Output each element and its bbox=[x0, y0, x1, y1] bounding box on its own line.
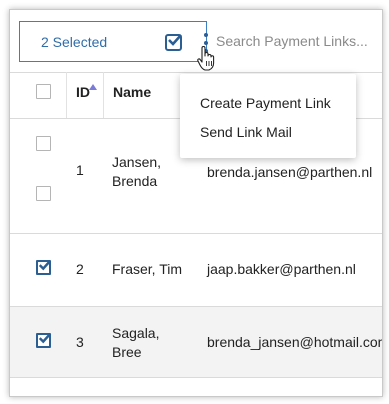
row-name-line2: Bree bbox=[112, 344, 142, 360]
column-divider bbox=[103, 72, 104, 118]
row-name-line2: Brenda bbox=[112, 173, 158, 189]
column-header-id[interactable]: ID bbox=[76, 84, 90, 100]
row-email: brenda_jansen@hotmail.com bbox=[207, 334, 383, 350]
menu-item-create-payment-link[interactable]: Create Payment Link bbox=[200, 95, 331, 111]
selection-toolbar: 2 Selected bbox=[19, 21, 208, 62]
selected-count-label: 2 Selected bbox=[41, 34, 108, 50]
column-header-name[interactable]: Name bbox=[113, 84, 151, 100]
row-email: jaap.bakker@parthen.nl bbox=[207, 261, 356, 277]
row-divider bbox=[10, 377, 382, 378]
row-email: brenda.jansen@parthen.nl bbox=[207, 164, 373, 180]
menu-item-send-link-mail[interactable]: Send Link Mail bbox=[200, 124, 292, 140]
sort-ascending-icon[interactable] bbox=[89, 84, 97, 90]
search-input[interactable]: Search Payment Links... bbox=[216, 25, 382, 57]
row-divider bbox=[10, 233, 382, 234]
row-name-line1: Fraser, Tim bbox=[112, 261, 183, 277]
row-checkbox-checked[interactable] bbox=[36, 259, 52, 275]
checkbox-checked-icon[interactable] bbox=[165, 34, 182, 51]
select-all-checkbox[interactable] bbox=[36, 84, 51, 99]
payment-links-panel: 2 Selected Search Payment Links... ID Na… bbox=[9, 9, 383, 397]
row-checkbox-checked[interactable] bbox=[36, 332, 52, 348]
column-divider bbox=[66, 72, 67, 118]
row-id: 1 bbox=[76, 162, 84, 178]
row-id: 3 bbox=[76, 334, 84, 350]
row-checkbox[interactable] bbox=[36, 136, 51, 151]
row-checkbox-secondary[interactable] bbox=[36, 186, 51, 201]
bulk-actions-menu: Create Payment Link Send Link Mail bbox=[180, 74, 356, 158]
row-name-line1: Sagala, bbox=[112, 325, 160, 341]
row-name-line1: Jansen, bbox=[112, 154, 162, 170]
row-id: 2 bbox=[76, 261, 84, 277]
